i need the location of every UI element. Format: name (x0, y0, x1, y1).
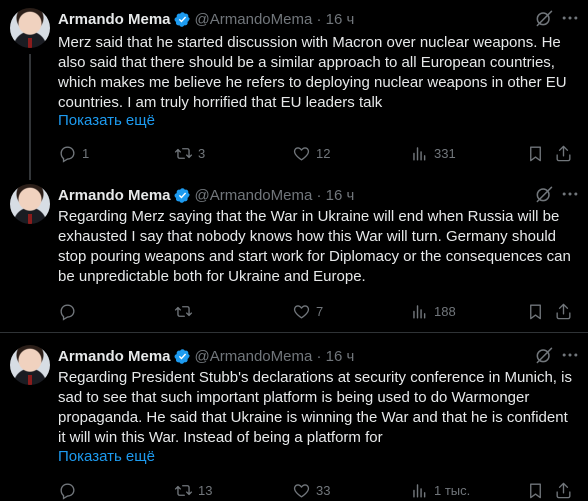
share-button[interactable] (554, 143, 573, 163)
reply-button[interactable] (58, 480, 82, 500)
bookmark-button[interactable] (526, 143, 545, 163)
verified-badge-icon (174, 187, 190, 203)
tweet-text: Merz said that he started discussion wit… (58, 34, 567, 111)
share-icon (556, 145, 571, 161)
tweet-text: Regarding Merz saying that the War in Uk… (58, 208, 571, 285)
more-icon[interactable] (560, 345, 580, 365)
author-name[interactable]: Armando Mema (58, 348, 171, 365)
more-icon[interactable] (560, 8, 580, 28)
share-button[interactable] (554, 480, 573, 500)
avatar[interactable] (10, 184, 50, 224)
views-button[interactable]: 1 тыс. (410, 480, 470, 500)
reply-button[interactable]: 1 (58, 143, 89, 163)
views-button[interactable]: 188 (410, 301, 456, 321)
like-count: 33 (316, 482, 331, 498)
tweet-3[interactable]: Armando Mema @ArmandoMema · 16 ч Regardi… (0, 337, 588, 501)
author-handle-time[interactable]: @ArmandoMema · 16 ч (195, 348, 355, 365)
show-more-link[interactable]: Показать ещё (58, 447, 155, 467)
tweet-text: Regarding President Stubb's declarations… (58, 369, 572, 446)
tweet-actions: 7 188 (58, 301, 588, 321)
views-count: 188 (434, 303, 456, 319)
thread-connector-line (29, 54, 31, 180)
grok-icon[interactable] (534, 345, 554, 365)
like-icon (293, 304, 310, 319)
retweet-count: 13 (198, 482, 213, 498)
grok-icon[interactable] (534, 184, 554, 204)
reply-icon (60, 482, 75, 500)
avatar[interactable] (10, 8, 50, 48)
retweet-icon (174, 147, 193, 159)
like-button[interactable]: 33 (292, 480, 330, 500)
bookmark-button[interactable] (526, 301, 545, 321)
tweet-header: Armando Mema @ArmandoMema · 16 ч (58, 185, 354, 205)
tweet-header: Armando Mema @ArmandoMema · 16 ч (58, 9, 354, 29)
author-handle-time[interactable]: @ArmandoMema · 16 ч (195, 11, 355, 28)
views-button[interactable]: 331 (410, 143, 456, 163)
author-handle-time[interactable]: @ArmandoMema · 16 ч (195, 187, 355, 204)
views-icon (413, 146, 426, 161)
more-icon[interactable] (560, 184, 580, 204)
tweet-1[interactable]: Armando Mema @ArmandoMema · 16 ч Merz sa… (0, 0, 588, 180)
tweet-actions: 13 33 1 тыс. (58, 480, 588, 500)
reply-icon (60, 303, 75, 321)
verified-badge-icon (174, 11, 190, 27)
views-count: 1 тыс. (434, 482, 471, 498)
tweet-divider (0, 332, 588, 333)
views-icon (413, 304, 426, 319)
tweet-header: Armando Mema @ArmandoMema · 16 ч (58, 346, 354, 366)
show-more-link[interactable]: Показать ещё (58, 111, 155, 131)
retweet-button[interactable] (174, 301, 198, 321)
author-name[interactable]: Armando Mema (58, 11, 171, 28)
views-icon (413, 483, 426, 498)
tweet-2[interactable]: Armando Mema @ArmandoMema · 16 ч Regardi… (0, 176, 588, 332)
like-icon (293, 483, 310, 498)
like-count: 12 (316, 145, 331, 161)
verified-badge-icon (174, 348, 190, 364)
retweet-icon (174, 484, 193, 496)
views-count: 331 (434, 145, 456, 161)
retweet-button[interactable]: 3 (174, 143, 205, 163)
avatar[interactable] (10, 345, 50, 385)
reply-count: 1 (82, 145, 90, 161)
bookmark-icon (530, 303, 541, 319)
like-button[interactable]: 7 (292, 301, 323, 321)
author-name[interactable]: Armando Mema (58, 187, 171, 204)
retweet-button[interactable]: 13 (174, 480, 212, 500)
like-count: 7 (316, 303, 324, 319)
share-button[interactable] (554, 301, 573, 321)
bookmark-icon (530, 145, 541, 161)
like-button[interactable]: 12 (292, 143, 330, 163)
grok-icon[interactable] (534, 8, 554, 28)
tweet-actions: 1 3 12 331 (58, 143, 588, 163)
reply-icon (60, 145, 75, 163)
like-icon (293, 146, 310, 161)
share-icon (556, 303, 571, 319)
share-icon (556, 482, 571, 498)
retweet-icon (174, 305, 193, 317)
retweet-count: 3 (198, 145, 206, 161)
bookmark-icon (530, 482, 541, 498)
bookmark-button[interactable] (526, 480, 545, 500)
reply-button[interactable] (58, 301, 82, 321)
